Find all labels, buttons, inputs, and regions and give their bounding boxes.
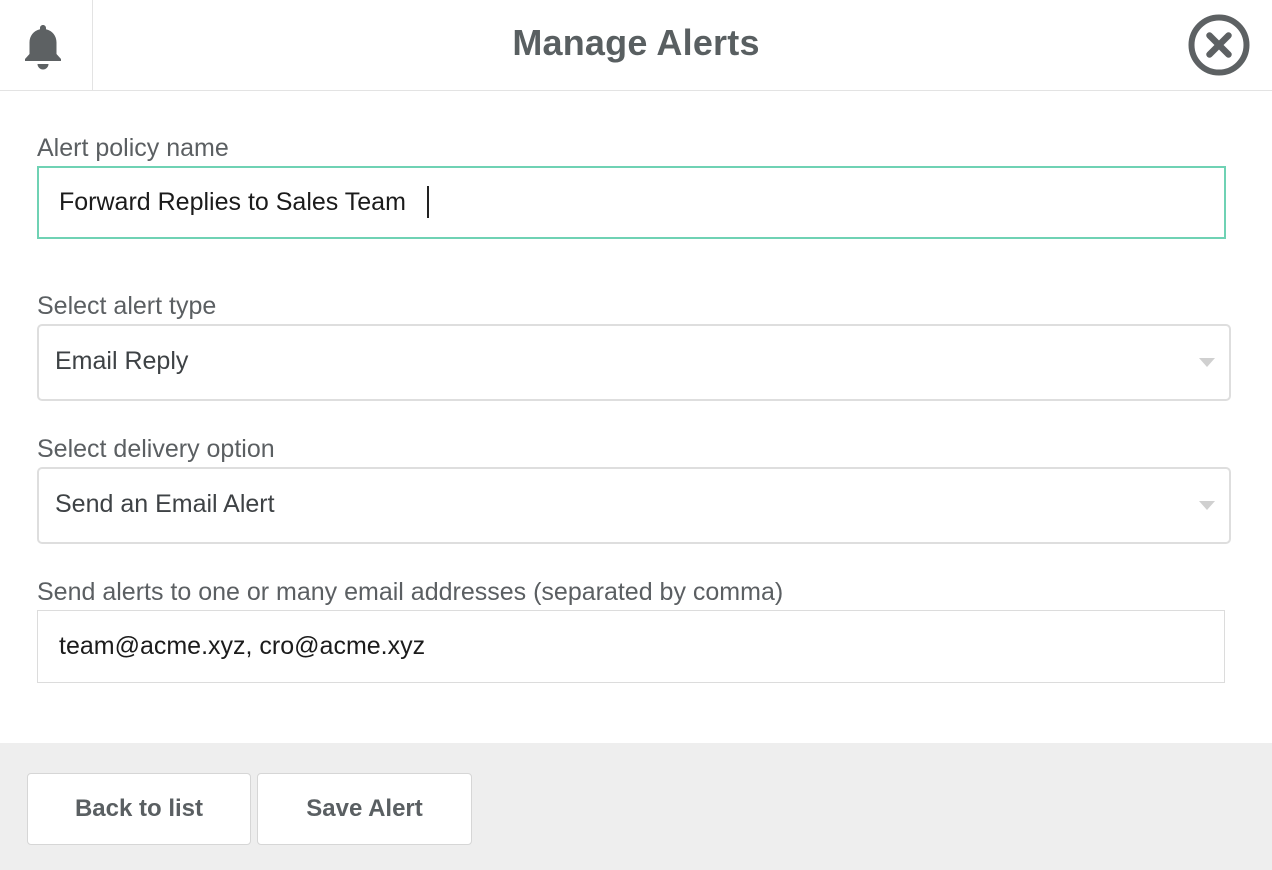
chevron-down-icon (1199, 358, 1215, 367)
policy-name-label: Alert policy name (37, 134, 229, 162)
policy-name-input[interactable] (37, 166, 1226, 239)
email-addresses-input[interactable] (37, 610, 1225, 683)
alert-type-selected-value: Email Reply (55, 347, 189, 375)
modal-header: Manage Alerts (0, 0, 1272, 91)
save-alert-button[interactable]: Save Alert (257, 773, 472, 845)
close-button[interactable] (1188, 14, 1250, 76)
close-circle-icon (1188, 14, 1250, 76)
back-to-list-button[interactable]: Back to list (27, 773, 251, 845)
alert-type-label: Select alert type (37, 292, 217, 320)
email-addresses-label: Send alerts to one or many email address… (37, 578, 784, 606)
alert-type-select[interactable]: Email Reply (37, 324, 1231, 401)
page-title: Manage Alerts (512, 22, 760, 63)
delivery-option-label: Select delivery option (37, 435, 275, 463)
chevron-down-icon (1199, 501, 1215, 510)
delivery-option-selected-value: Send an Email Alert (55, 490, 275, 518)
modal-footer: Back to list Save Alert (0, 743, 1272, 870)
delivery-option-select[interactable]: Send an Email Alert (37, 467, 1231, 544)
manage-alerts-modal: Manage Alerts Alert policy name Select a… (0, 0, 1272, 870)
text-caret (427, 186, 429, 218)
